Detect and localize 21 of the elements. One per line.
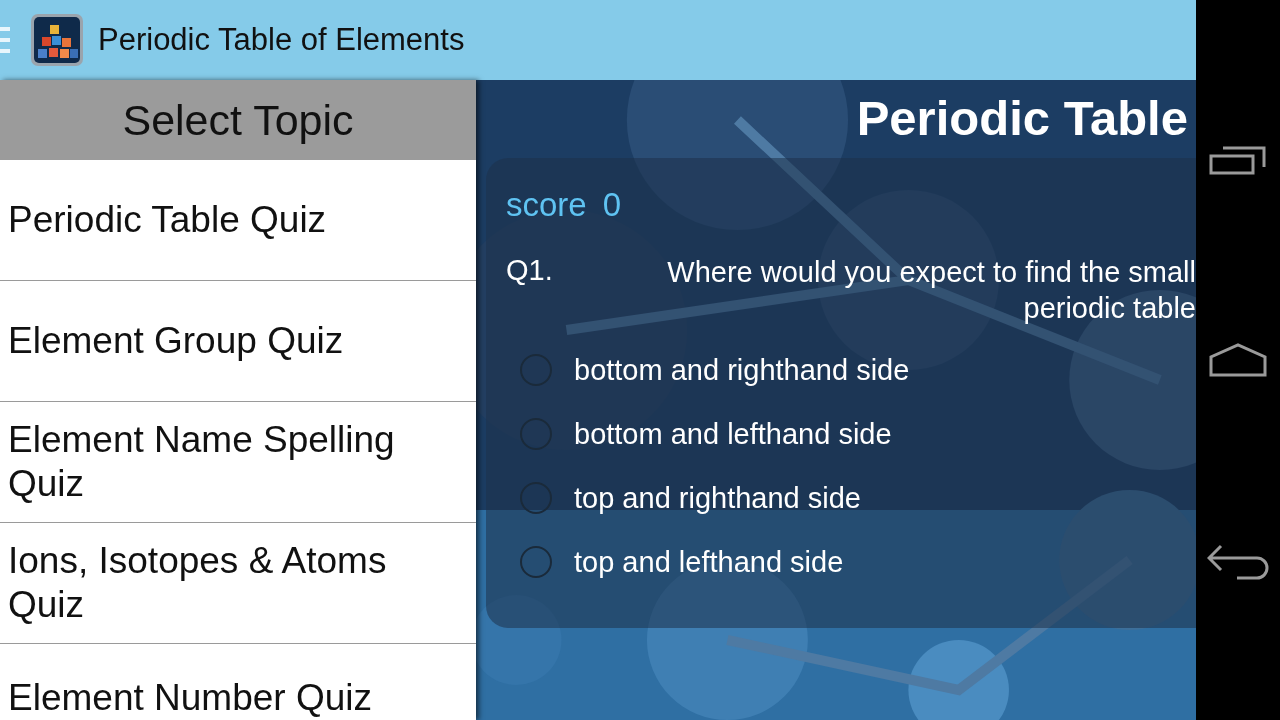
menu-icon[interactable] bbox=[0, 27, 10, 53]
quiz-title: Periodic Table bbox=[855, 90, 1189, 147]
option-label[interactable]: top and righthand side bbox=[574, 481, 861, 515]
option-label[interactable]: top and lefthand side bbox=[574, 545, 844, 579]
option-label[interactable]: bottom and righthand side bbox=[574, 353, 910, 387]
score-label: score bbox=[506, 186, 587, 224]
option-label[interactable]: bottom and lefthand side bbox=[574, 417, 892, 451]
score-value: 0 bbox=[602, 186, 622, 224]
radio-button[interactable] bbox=[520, 354, 552, 386]
drawer-item[interactable]: Element Number Quiz bbox=[0, 644, 476, 720]
radio-button[interactable] bbox=[520, 546, 552, 578]
question-number: Q1. bbox=[506, 254, 554, 288]
radio-button[interactable] bbox=[520, 482, 552, 514]
drawer-header: Select Topic bbox=[0, 80, 476, 160]
question-text: Where would you expect to find the small periodic table bbox=[666, 255, 1196, 326]
app-icon[interactable] bbox=[30, 13, 84, 67]
radio-button[interactable] bbox=[520, 418, 552, 450]
app-title: Periodic Table of Elements bbox=[98, 22, 465, 58]
back-icon[interactable] bbox=[1207, 544, 1269, 580]
home-icon[interactable] bbox=[1209, 342, 1267, 377]
recent-apps-icon[interactable] bbox=[1209, 145, 1267, 175]
